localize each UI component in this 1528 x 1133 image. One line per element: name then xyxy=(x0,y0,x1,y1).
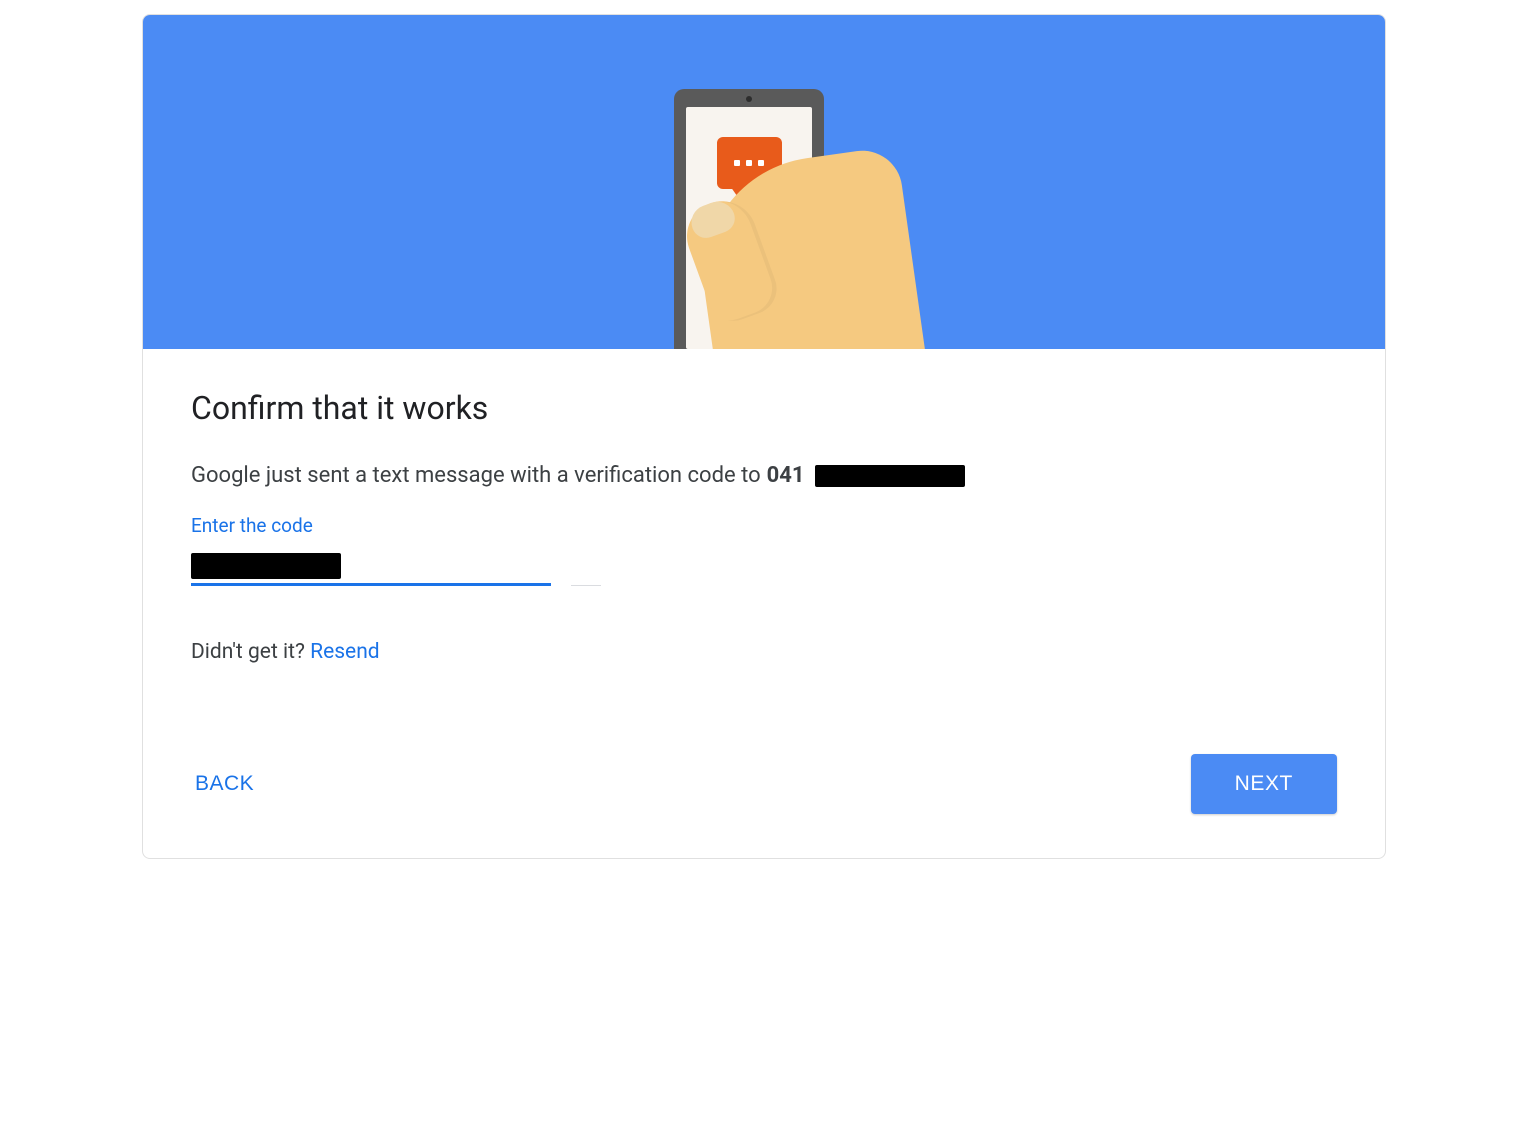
back-button[interactable]: BACK xyxy=(191,764,258,804)
actions-row: BACK NEXT xyxy=(191,754,1337,814)
code-input-label: Enter the code xyxy=(191,514,1337,537)
phone-prefix: 041 xyxy=(767,463,805,488)
phone-in-hand-illustration xyxy=(654,59,874,349)
code-input-wrap[interactable] xyxy=(191,553,571,586)
page-title: Confirm that it works xyxy=(191,389,1337,427)
description: Google just sent a text message with a v… xyxy=(191,463,1337,488)
description-text: Google just sent a text message with a v… xyxy=(191,463,761,488)
hero-banner xyxy=(143,15,1385,349)
resend-row: Didn't get it? Resend xyxy=(191,640,1337,664)
phone-redacted xyxy=(815,465,965,487)
resend-prompt: Didn't get it? xyxy=(191,640,305,664)
resend-link[interactable]: Resend xyxy=(310,640,380,664)
next-button[interactable]: NEXT xyxy=(1191,754,1337,814)
verification-card: Confirm that it works Google just sent a… xyxy=(142,14,1386,859)
content-area: Confirm that it works Google just sent a… xyxy=(143,349,1385,858)
